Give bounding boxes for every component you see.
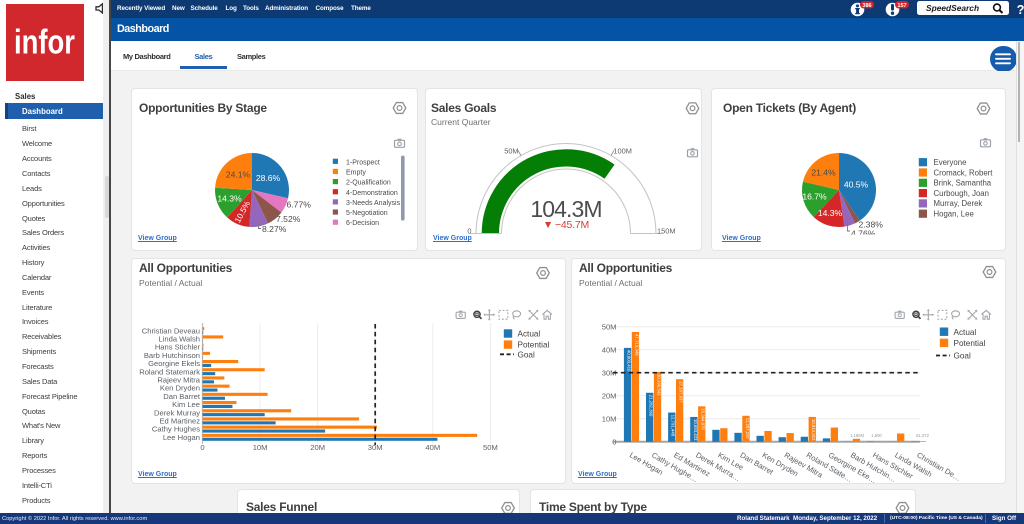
svg-text:157: 157 (897, 3, 906, 9)
svg-text:infor: infor (14, 24, 75, 62)
svg-text:?: ? (1017, 2, 1024, 17)
svg-text:SpeedSearch: SpeedSearch (926, 3, 979, 13)
svg-text:386: 386 (862, 3, 871, 9)
